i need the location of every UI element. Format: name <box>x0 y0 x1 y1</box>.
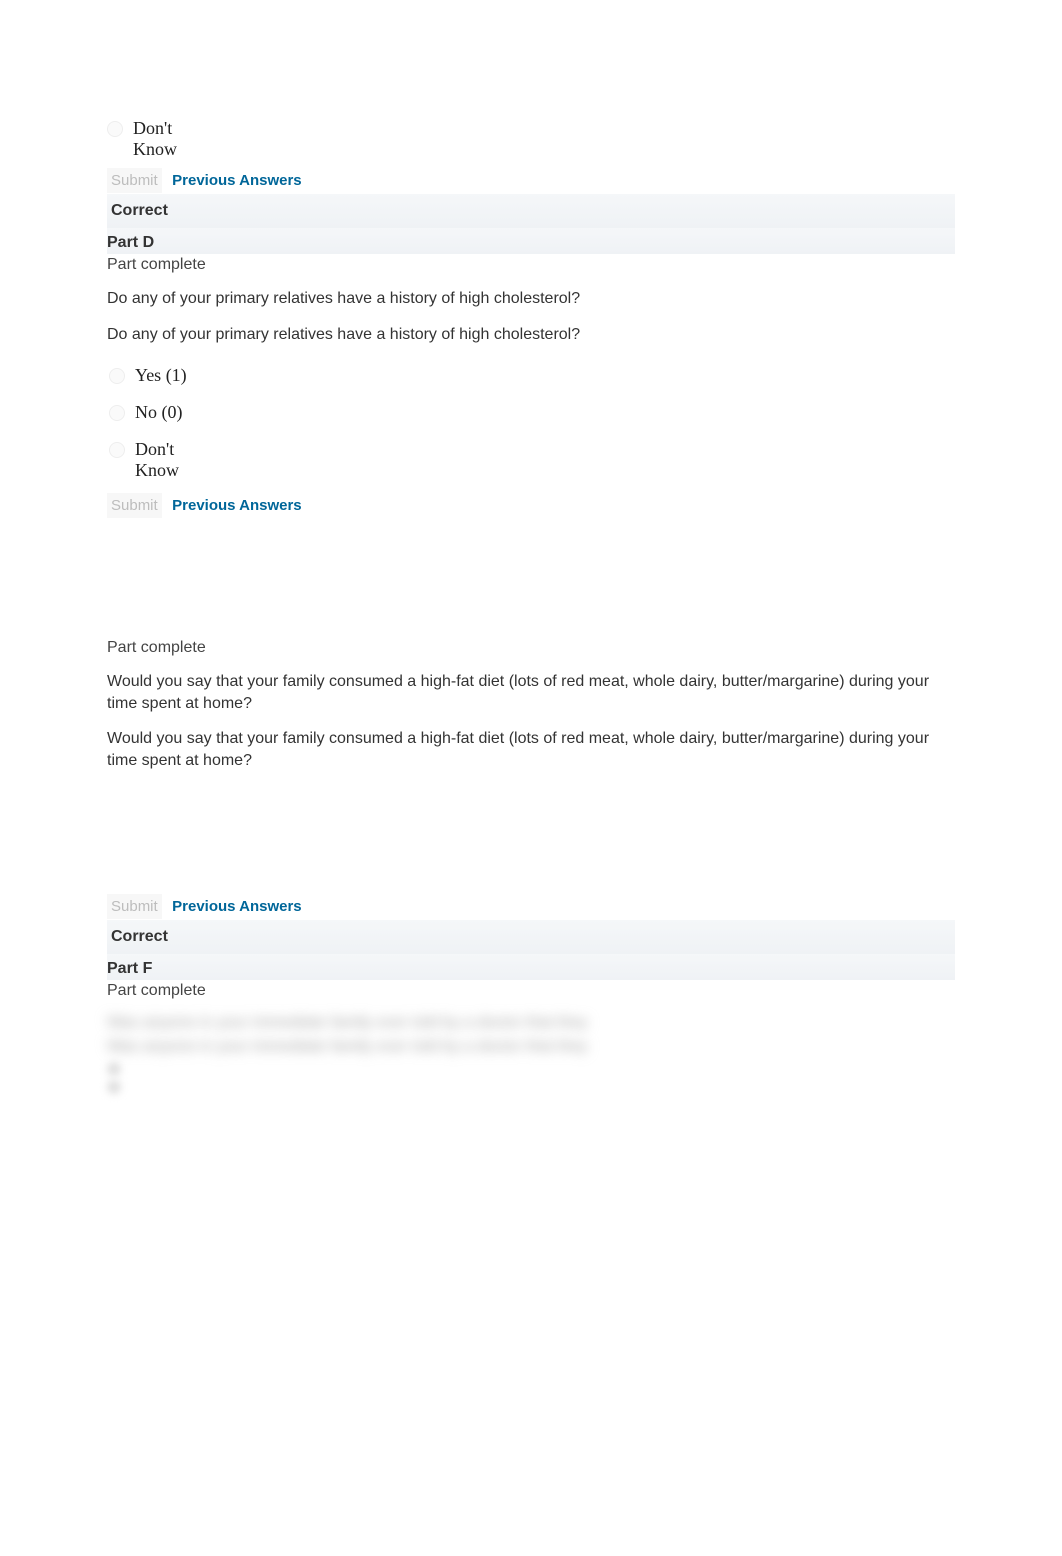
radio-label: No (0) <box>135 402 183 423</box>
document-body: Don't Know Submit Previous Answers Corre… <box>0 0 1062 1298</box>
part-f-blurred-text: Was anyone in your immediate family ever… <box>107 1014 955 1032</box>
previous-answers-link[interactable]: Previous Answers <box>172 497 302 514</box>
part-d-question-repeat: Do any of your primary relatives have a … <box>107 324 955 346</box>
blurred-radio-icon <box>107 1062 121 1076</box>
radio-icon <box>107 121 123 137</box>
radio-option-no[interactable]: No (0) <box>107 402 955 423</box>
submit-button[interactable]: Submit <box>107 493 162 518</box>
radio-option-dont-know-top[interactable]: Don't Know <box>107 118 955 160</box>
part-f-blurred-text-repeat: Was anyone in your immediate family ever… <box>107 1038 955 1056</box>
radio-icon <box>109 442 125 458</box>
part-f-status: Part complete <box>107 982 955 1000</box>
radio-label: Don't Know <box>133 118 183 160</box>
previous-answers-link[interactable]: Previous Answers <box>172 172 302 189</box>
part-e-question-repeat: Would you say that your family consumed … <box>107 728 955 771</box>
radio-label: Yes (1) <box>135 365 187 386</box>
button-row: Submit Previous Answers <box>107 172 955 190</box>
submit-button[interactable]: Submit <box>107 168 162 193</box>
radio-option-yes[interactable]: Yes (1) <box>107 365 955 386</box>
correct-status: Correct <box>107 920 955 954</box>
radio-icon <box>109 405 125 421</box>
button-row: Submit Previous Answers <box>107 898 955 916</box>
previous-answers-link[interactable]: Previous Answers <box>172 898 302 915</box>
part-d-header: Part D <box>107 228 955 254</box>
blurred-radio-icon <box>107 1080 121 1094</box>
part-d-status: Part complete <box>107 256 955 274</box>
button-row: Submit Previous Answers <box>107 497 955 515</box>
radio-label: Don't Know <box>135 439 185 481</box>
submit-button[interactable]: Submit <box>107 894 162 919</box>
radio-option-dont-know[interactable]: Don't Know <box>107 439 955 481</box>
part-f-header: Part F <box>107 954 955 980</box>
radio-icon <box>109 368 125 384</box>
part-e-question: Would you say that your family consumed … <box>107 671 955 714</box>
part-e-status: Part complete <box>107 639 955 657</box>
correct-status: Correct <box>107 194 955 228</box>
part-d-question: Do any of your primary relatives have a … <box>107 288 955 310</box>
part-d-options: Yes (1) No (0) Don't Know <box>107 365 955 481</box>
